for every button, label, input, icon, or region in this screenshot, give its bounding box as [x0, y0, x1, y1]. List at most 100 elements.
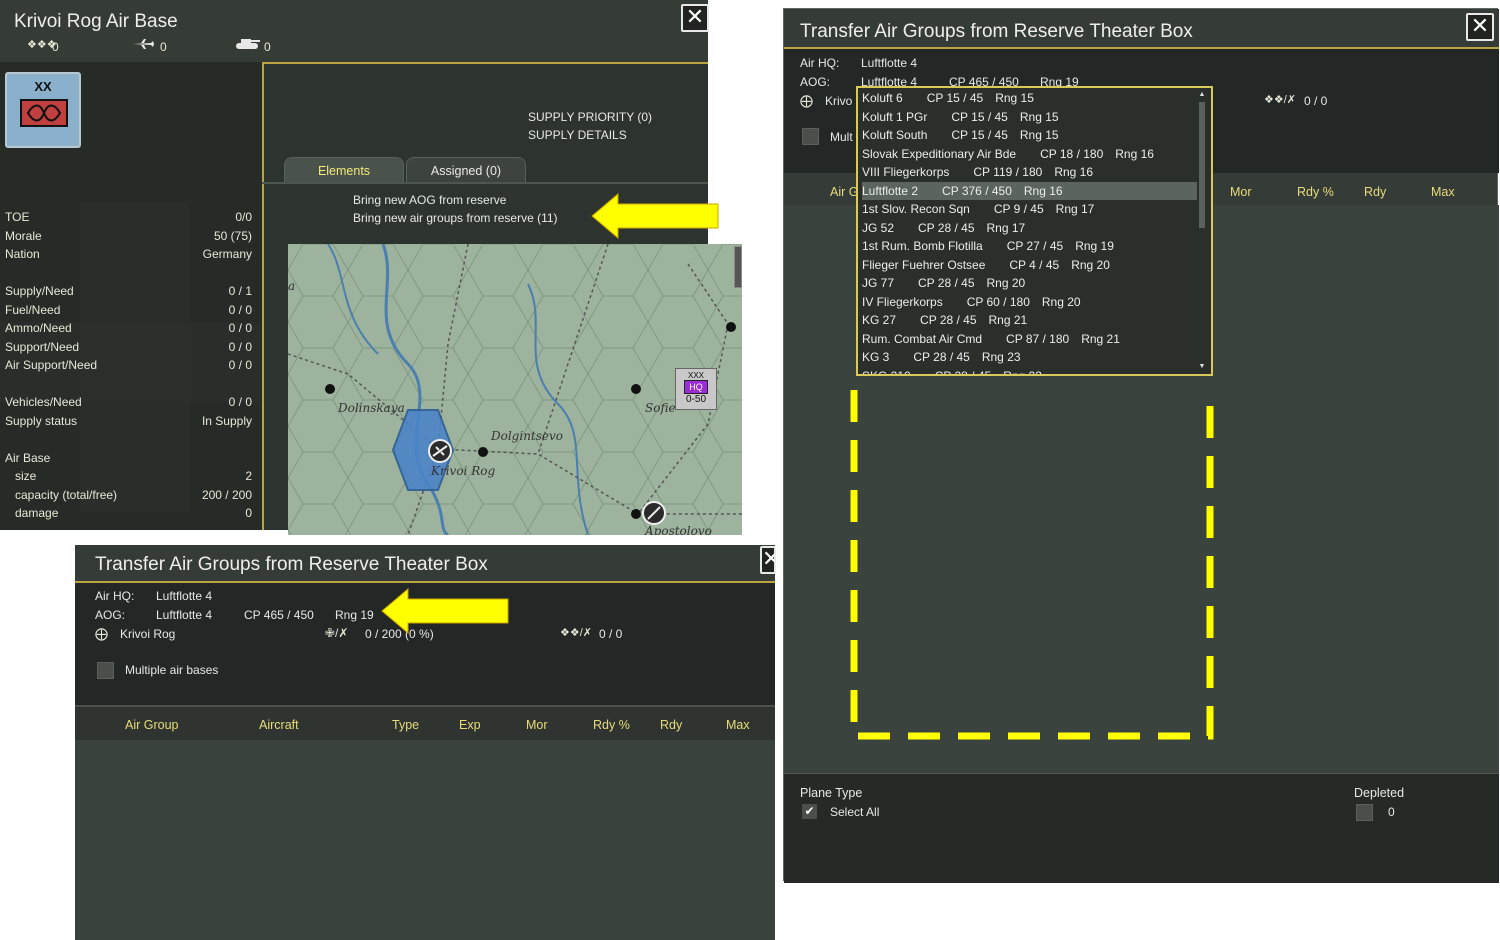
airbase-icon: ⨁: [95, 626, 108, 641]
aog-item-name: Rum. Combat Air Cmd: [862, 331, 983, 346]
aog-item-range: Rng 17: [986, 220, 1026, 235]
aircraft-icon: [133, 39, 154, 49]
hq-counter[interactable]: XXX HQ 0-50: [675, 368, 717, 410]
aog-dropdown-item[interactable]: Rum. Combat Air Cmd CP 87 / 180 Rng 21: [862, 330, 1198, 348]
aog-item-cp: CP 28 / 45: [918, 220, 975, 235]
col-max[interactable]: Max: [726, 718, 750, 732]
aog-dropdown-item[interactable]: KG 3 CP 28 / 45 Rng 23: [862, 348, 1198, 366]
map-label-sofie: Sofie: [645, 401, 676, 415]
col-air-group[interactable]: Air G: [830, 185, 858, 199]
col-aircraft[interactable]: Aircraft: [259, 718, 299, 732]
col-air-group[interactable]: Air Group: [125, 718, 179, 732]
col-type[interactable]: Type: [392, 718, 419, 732]
bring-new-air-groups-link[interactable]: Bring new air groups from reserve (11): [353, 211, 558, 225]
aog-item-name: KG 27: [862, 313, 897, 327]
aog-dropdown-item[interactable]: Slovak Expeditionary Air Bde CP 18 / 180 R…: [862, 145, 1198, 163]
aog-item-range: Rng 16: [1054, 165, 1094, 179]
map-label-dolinskaya: Dolinskaya: [338, 401, 405, 415]
stat-row-fuel: Fuel/Need 0 / 0: [5, 303, 252, 317]
unit-counter-size: XX: [34, 79, 52, 94]
aog-select[interactable]: Luftflotte 4: [156, 608, 212, 622]
col-rdy[interactable]: Rdy: [1364, 185, 1386, 199]
aog-dropdown-item[interactable]: JG 77 CP 28 / 45 Rng 20: [862, 274, 1198, 292]
map-view[interactable]: a Dolinskaya Dolgintsevo Krivoi Rog Sofi…: [288, 244, 742, 535]
aog-item-name: KG 3: [862, 350, 890, 364]
col-max[interactable]: Max: [1431, 185, 1455, 199]
aog-dropdown-item[interactable]: Koluft South CP 15 / 45 Rng 15: [862, 126, 1198, 144]
aog-item-range: Rng 20: [1071, 257, 1110, 272]
unit-counter[interactable]: XX: [5, 72, 81, 148]
air-hq-label: Air HQ:: [95, 589, 135, 603]
aog-item-range: Rng 19: [1075, 239, 1114, 253]
aog-dropdown-item[interactable]: 1st Slov. Recon Sqn CP 9 / 45 Rng 17: [862, 200, 1198, 218]
close-icon[interactable]: ✕: [681, 4, 709, 32]
close-icon[interactable]: ✕: [760, 546, 776, 574]
aog-item-range: Rng 20: [986, 276, 1026, 290]
aog-dropdown-item[interactable]: Koluft 1 PGr CP 15 / 45 Rng 15: [862, 108, 1198, 126]
col-mor[interactable]: Mor: [526, 718, 548, 732]
tab-assigned[interactable]: Assigned (0): [406, 157, 526, 183]
airbase-marker-icon[interactable]: [427, 438, 453, 464]
airbase-marker-apostolovo-icon[interactable]: [641, 500, 667, 526]
stat-row-capacity: capacity (total/free) 200 / 200: [15, 488, 252, 502]
aog-item-range: Rng 23: [1003, 368, 1042, 376]
aog-label: AOG:: [95, 608, 126, 622]
map-scrollbar[interactable]: [734, 246, 742, 288]
air-hq-value: Luftflotte 4: [861, 56, 918, 70]
aog-item-range: Rng 21: [1081, 331, 1120, 346]
depleted-value: 0: [1388, 805, 1395, 819]
aog-dropdown-item[interactable]: SKG 210 CP 28 / 45 Rng 23: [862, 367, 1198, 376]
aog-dropdown-item[interactable]: Luftflotte 2 CP 376 / 450 Rng 16: [862, 181, 1198, 200]
aog-dropdown-item[interactable]: JG 52 CP 28 / 45 Rng 17: [862, 219, 1198, 237]
aog-dropdown-item[interactable]: 1st Rum. Bomb Flotilla CP 27 / 45 Rng 19: [862, 237, 1198, 255]
scroll-down-icon[interactable]: ▼: [1197, 362, 1207, 372]
aog-item-name: Koluft 1 PGr: [862, 109, 928, 124]
multiple-bases-checkbox[interactable]: [802, 128, 819, 145]
columns-divider: [75, 705, 775, 707]
select-all-checkbox[interactable]: ✔: [802, 804, 817, 819]
tab-elements[interactable]: Elements: [284, 157, 404, 183]
air-base-header: Krivoi Rog Air Base ❖❖❖ 0 0 0: [0, 0, 708, 64]
aog-dropdown-item[interactable]: KG 27 CP 28 / 45 Rng 21: [862, 311, 1198, 329]
map-label-a: a: [288, 279, 296, 293]
col-rdy-pct[interactable]: Rdy %: [1297, 185, 1334, 199]
transfer-dialog-bottom-title: Transfer Air Groups from Reserve Theater…: [95, 554, 488, 575]
multiple-bases-label: Multiple air bases: [125, 663, 219, 677]
aog-item-range: Rng 23: [981, 350, 1021, 364]
aog-dropdown-item[interactable]: IV Fliegerkorps CP 60 / 180 Rng 20: [862, 293, 1198, 311]
aog-item-name: Slovak Expeditionary Air Bde: [862, 146, 1017, 161]
supply-priority-link[interactable]: SUPPLY PRIORITY (0): [528, 110, 652, 124]
base-name: Krivoi Rog: [120, 627, 176, 641]
col-exp[interactable]: Exp: [459, 718, 481, 732]
bring-new-aog-link[interactable]: Bring new AOG from reserve: [353, 193, 506, 207]
aog-dropdown-item[interactable]: Flieger Fuehrer Ostsee CP 4 / 45 Rng 20: [862, 256, 1198, 274]
dropdown-scrollbar[interactable]: ▲ ▼: [1197, 90, 1207, 372]
aog-dropdown-item[interactable]: Koluft 6 CP 15 / 45 Rng 15: [862, 89, 1198, 107]
aog-item-range: Rng 17: [1055, 202, 1095, 216]
aog-item-name: Flieger Fuehrer Ostsee: [862, 257, 986, 272]
aog-item-cp: CP 15 / 45: [951, 128, 1008, 142]
air-group-list: [75, 740, 775, 940]
multiple-bases-label: Mult: [830, 130, 853, 144]
aog-item-cp: CP 376 / 450: [942, 183, 1012, 198]
aog-item-cp: CP 28 / 45: [918, 276, 975, 290]
aog-item-cp: CP 15 / 45: [951, 109, 1008, 124]
multiple-bases-checkbox[interactable]: [97, 662, 114, 679]
hq-counter-type: HQ: [684, 380, 708, 394]
close-icon[interactable]: ✕: [1466, 13, 1494, 41]
stat-row-damage: damage 0: [15, 506, 252, 520]
tab-underline: [262, 182, 708, 184]
aog-item-cp: CP 28 / 45: [934, 368, 992, 376]
supply-details-link[interactable]: SUPPLY DETAILS: [528, 128, 627, 142]
scrollbar-thumb[interactable]: [1199, 102, 1205, 228]
airbase-icon: ⨁: [800, 93, 813, 108]
col-rdy-pct[interactable]: Rdy %: [593, 718, 630, 732]
stat-row-ammo: Ammo/Need 0 / 0: [5, 321, 252, 335]
scroll-up-icon[interactable]: ▲: [1197, 90, 1207, 100]
aog-dropdown-list[interactable]: Koluft 6 CP 15 / 45 Rng 15 Koluft 1 PGr CP 1…: [856, 86, 1213, 376]
aircraft-ratio-icon: ✙/✗: [325, 626, 349, 640]
aog-dropdown-item[interactable]: VIII Fliegerkorps CP 119 / 180 Rng 16: [862, 163, 1198, 181]
col-rdy[interactable]: Rdy: [660, 718, 682, 732]
depleted-checkbox[interactable]: [1356, 804, 1373, 821]
col-mor[interactable]: Mor: [1230, 185, 1252, 199]
